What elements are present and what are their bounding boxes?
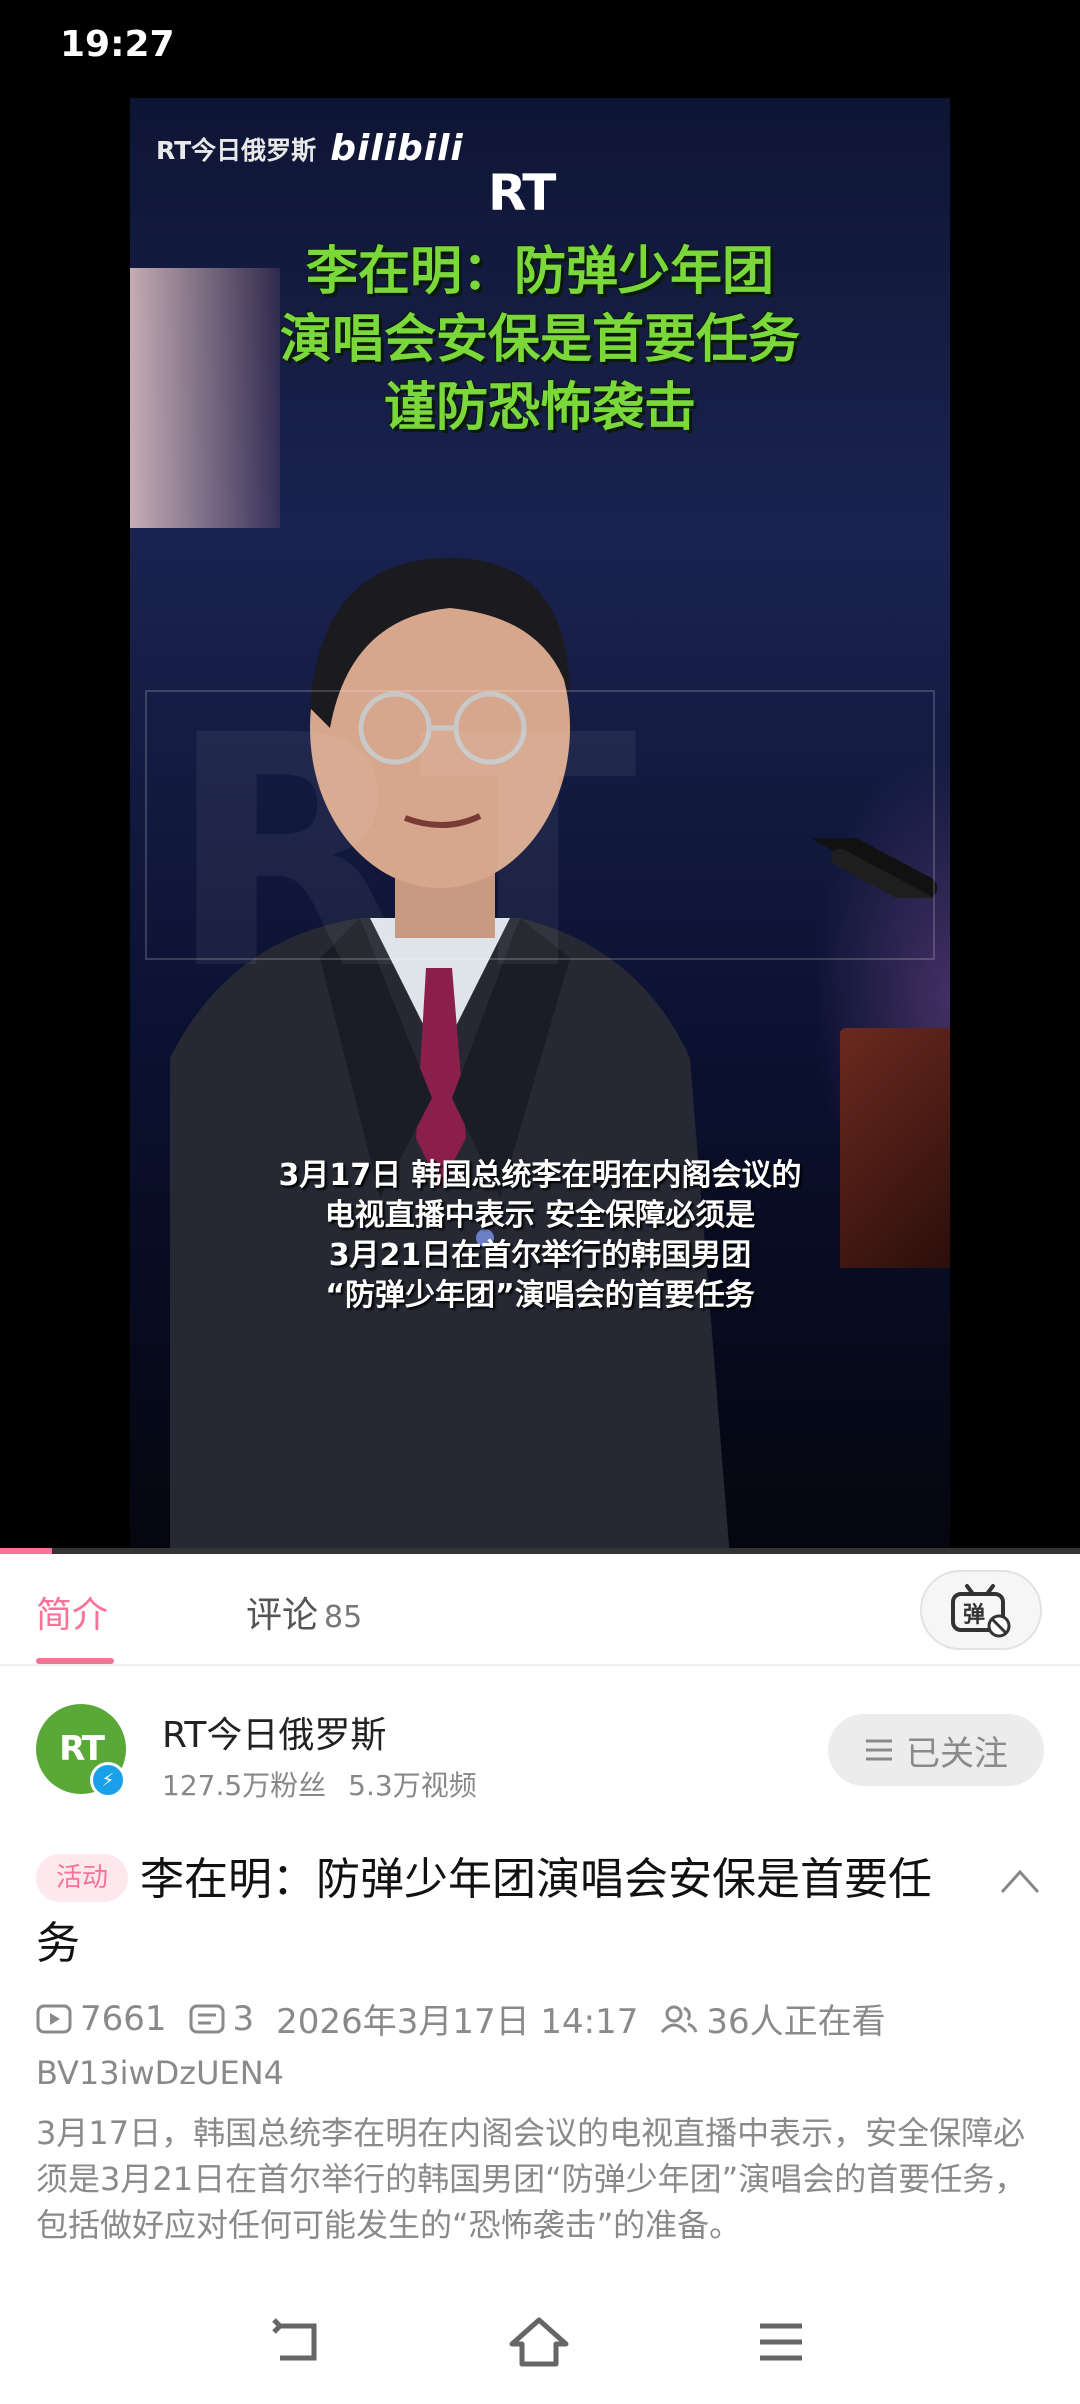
uploader-stats: 127.5万粉丝 5.3万视频 <box>162 1764 477 1804</box>
danmaku-toggle-icon: 弹 <box>951 1584 1011 1638</box>
tab-active-indicator <box>36 1658 114 1664</box>
avatar-logo: RT <box>59 1729 105 1769</box>
brand-text: RT今日俄罗斯 <box>156 135 317 165</box>
uploader-row: RT ⚡ RT今日俄罗斯 127.5万粉丝 5.3万视频 已关注 <box>0 1666 1080 1816</box>
headline-line: 谨防恐怖袭击 <box>383 378 696 438</box>
play-count: 7661 <box>36 1999 167 2039</box>
caption-line: 3月17日 韩国总统李在明在内阁会议的 <box>278 1158 802 1193</box>
caption-line: “防弹少年团”演唱会的首要任务 <box>325 1278 755 1313</box>
watching-now: 36人正在看 <box>660 1994 886 2043</box>
video-headline: 李在明：防弹少年团 演唱会安保是首要任务 谨防恐怖袭击 <box>130 238 950 442</box>
follow-button[interactable]: 已关注 <box>828 1714 1044 1786</box>
activity-tag[interactable]: 活动 <box>36 1854 129 1902</box>
verified-icon: ⚡ <box>90 1762 126 1798</box>
video-caption: 3月17日 韩国总统李在明在内阁会议的 电视直播中表示 安全保障必须是 3月21… <box>130 1156 950 1316</box>
svg-text:弹: 弹 <box>963 1603 985 1628</box>
back-icon[interactable] <box>262 2312 332 2372</box>
video-title: 活动 李在明：防弹少年团演唱会安保是首要任务 <box>36 1848 956 1976</box>
watching-text: 36人正在看 <box>706 2002 886 2042</box>
fans-count: 127.5万粉丝 <box>162 1769 327 1802</box>
caption-line: 3月21日在首尔举行的韩国男团 <box>328 1238 752 1273</box>
bilibili-logo: bilibili <box>330 128 464 169</box>
video-description: 3月17日，韩国总统李在明在内阁会议的电视直播中表示，安全保障必须是3月21日在… <box>36 2114 1027 2244</box>
tab-comments[interactable]: 评论 85 <box>246 1586 362 1638</box>
screen: 19:27 RT今日俄罗斯 bilibili RT 李在明：防弹少年团 演唱会安… <box>0 0 1080 2404</box>
rt-logo: RT <box>488 164 556 222</box>
viewers-icon <box>661 2005 698 2033</box>
system-nav-bar <box>0 2284 1080 2404</box>
headline-line: 李在明：防弹少年团 <box>305 242 774 302</box>
brand-row: RT今日俄罗斯 bilibili <box>156 128 464 169</box>
danmaku-count-icon <box>189 2004 225 2033</box>
follow-label: 已关注 <box>906 1733 1008 1774</box>
video-meta: 7661 3 2026年3月17日 14:17 36人正在看 <box>36 1994 908 2043</box>
danmaku-count: 3 <box>189 1998 255 2039</box>
tab-comments-label: 评论 <box>246 1595 319 1636</box>
menu-icon[interactable] <box>746 2312 816 2372</box>
play-count-icon <box>36 2004 72 2033</box>
headline-line: 演唱会安保是首要任务 <box>279 310 800 370</box>
tab-bar: 简介 评论 85 弹 <box>0 1554 1080 1666</box>
bvid: BV13iwDzUEN4 <box>36 2054 285 2092</box>
list-icon <box>866 1739 892 1761</box>
video-player[interactable]: 19:27 RT今日俄罗斯 bilibili RT 李在明：防弹少年团 演唱会安… <box>0 0 1080 1554</box>
uploader-name[interactable]: RT今日俄罗斯 <box>162 1706 386 1758</box>
rt-watermark-text: RT <box>167 668 658 1040</box>
status-time: 19:27 <box>60 24 175 65</box>
tab-intro[interactable]: 简介 <box>36 1586 108 1638</box>
publish-time: 2026年3月17日 14:17 <box>276 2002 639 2042</box>
chevron-up-icon[interactable] <box>998 1866 1042 1896</box>
video-frame[interactable]: RT今日俄罗斯 bilibili RT 李在明：防弹少年团 演唱会安保是首要任务… <box>130 98 950 1554</box>
videos-count: 5.3万视频 <box>348 1769 477 1802</box>
video-title-text: 李在明：防弹少年团演唱会安保是首要任务 <box>36 1854 933 1969</box>
comments-count: 85 <box>324 1600 363 1635</box>
play-count-value: 7661 <box>80 1998 167 2039</box>
danmaku-count-value: 3 <box>232 1998 255 2039</box>
rt-watermark: RT <box>145 668 935 1040</box>
video-title-block: 活动 李在明：防弹少年团演唱会安保是首要任务 <box>36 1848 956 1976</box>
caption-line: 电视直播中表示 安全保障必须是 <box>324 1198 756 1233</box>
home-icon[interactable] <box>504 2312 574 2372</box>
danmaku-toggle-button[interactable]: 弹 <box>920 1570 1042 1650</box>
